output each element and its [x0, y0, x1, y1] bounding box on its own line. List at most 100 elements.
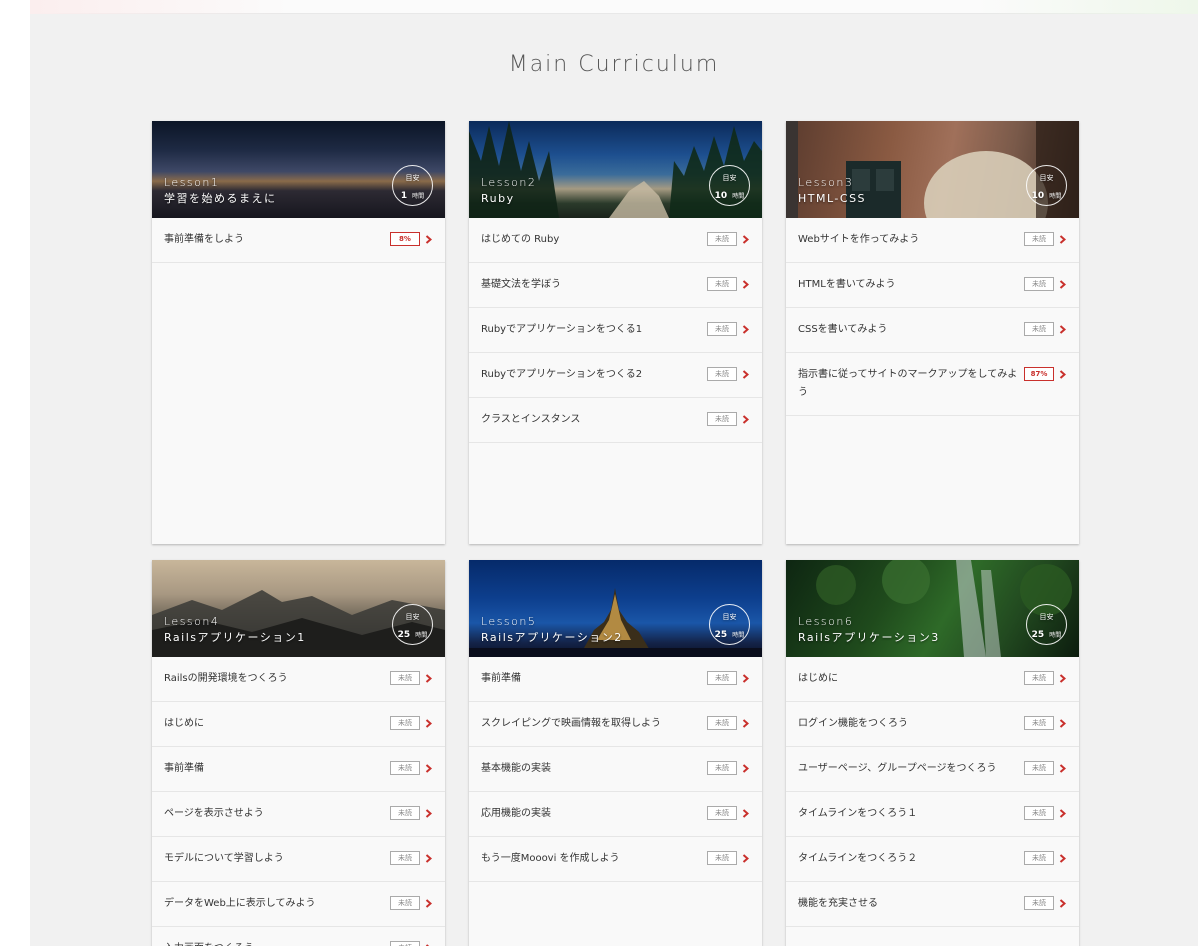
chapter-title: 事前準備	[481, 673, 521, 684]
chevron-right-icon[interactable]	[1059, 760, 1067, 776]
chevron-right-icon[interactable]	[1059, 715, 1067, 731]
lesson-number: Lesson3	[798, 176, 854, 189]
chapter-title: Webサイトを作ってみよう	[798, 234, 920, 245]
chapter-title: スクレイピングで映画情報を取得しよう	[481, 718, 661, 729]
chapter-item[interactable]: 応用機能の実装 未読	[469, 792, 762, 837]
chapter-item[interactable]: はじめに 未読	[152, 702, 445, 747]
chapter-title: モデルについて学習しよう	[164, 853, 284, 864]
chevron-right-icon[interactable]	[1059, 895, 1067, 911]
chapter-item[interactable]: Rubyでアプリケーションをつくる2 未読	[469, 353, 762, 398]
chevron-right-icon[interactable]	[1059, 231, 1067, 247]
chevron-right-icon[interactable]	[425, 760, 433, 776]
unread-badge: 未読	[390, 941, 420, 946]
lesson-header-image[interactable]: Lesson2 Ruby 目安 10 時間	[469, 121, 762, 218]
chapter-item[interactable]: タイムラインをつくろう１ 未読	[786, 792, 1079, 837]
chapter-title: Rubyでアプリケーションをつくる2	[481, 369, 643, 380]
chevron-right-icon[interactable]	[742, 276, 750, 292]
chevron-right-icon[interactable]	[425, 670, 433, 686]
chapter-item[interactable]: モデルについて学習しよう 未読	[152, 837, 445, 882]
chapter-list: Webサイトを作ってみよう 未読 HTMLを書いてみよう 未読 CSSを書いてみよう 未読…	[786, 218, 1079, 416]
lesson-card-2: Lesson2 Ruby 目安 10 時間 はじめての Ruby 未読 基礎文法を学…	[469, 121, 762, 544]
chevron-right-icon[interactable]	[742, 850, 750, 866]
chevron-right-icon[interactable]	[742, 411, 750, 427]
chapter-item[interactable]: ログイン機能をつくろう 未読	[786, 702, 1079, 747]
chevron-right-icon[interactable]	[425, 895, 433, 911]
chapter-item[interactable]: 事前準備 未読	[469, 657, 762, 702]
chapter-item[interactable]: Webサイトを作ってみよう 未読	[786, 218, 1079, 263]
chevron-right-icon[interactable]	[425, 805, 433, 821]
chapter-item[interactable]: 事前準備をしよう 8%	[152, 218, 445, 263]
duration-badge: 目安 1 時間	[392, 165, 433, 206]
chevron-right-icon[interactable]	[742, 321, 750, 337]
lesson-number: Lesson1	[164, 176, 220, 189]
lesson-header-image[interactable]: Lesson6 Railsアプリケーション3 目安 25 時間	[786, 560, 1079, 657]
lesson-header-image[interactable]: Lesson4 Railsアプリケーション1 目安 25 時間	[152, 560, 445, 657]
main-content: Main Curriculum Lesson1 学習を始めるまえに 目安 1 時…	[30, 0, 1198, 946]
unread-badge: 未読	[707, 412, 737, 426]
chevron-right-icon[interactable]	[1059, 276, 1067, 292]
chapter-item[interactable]: 基本機能の実装 未読	[469, 747, 762, 792]
chapter-item[interactable]: 機能を充実させる 未読	[786, 882, 1079, 927]
chapter-item[interactable]: 事前準備 未読	[152, 747, 445, 792]
lesson-number: Lesson5	[481, 615, 537, 628]
lesson-number: Lesson2	[481, 176, 537, 189]
chapter-title: ユーザーページ、グループページをつくろう	[798, 763, 997, 774]
duration-badge: 目安 25 時間	[1026, 604, 1067, 645]
unread-badge: 未読	[707, 716, 737, 730]
chapter-item[interactable]: CSSを書いてみよう 未読	[786, 308, 1079, 353]
chevron-right-icon[interactable]	[425, 850, 433, 866]
chapter-title: Rubyでアプリケーションをつくる1	[481, 324, 643, 335]
lesson-card-6: Lesson6 Railsアプリケーション3 目安 25 時間 はじめに 未読 ログ…	[786, 560, 1079, 946]
chapter-list: 事前準備 未読 スクレイピングで映画情報を取得しよう 未読 基本機能の実装 未読 応用機能の…	[469, 657, 762, 882]
unread-badge: 未読	[1024, 851, 1054, 865]
lesson-number: Lesson6	[798, 615, 854, 628]
chapter-item[interactable]: ページを表示させよう 未読	[152, 792, 445, 837]
chevron-right-icon[interactable]	[425, 940, 433, 946]
duration-badge: 目安 10 時間	[1026, 165, 1067, 206]
chapter-title: データをWeb上に表示してみよう	[164, 898, 316, 909]
chevron-right-icon[interactable]	[742, 670, 750, 686]
chapter-item[interactable]: クラスとインスタンス 未読	[469, 398, 762, 443]
chevron-right-icon[interactable]	[742, 715, 750, 731]
chapter-item[interactable]: タイムラインをつくろう２ 未読	[786, 837, 1079, 882]
chevron-right-icon[interactable]	[742, 231, 750, 247]
chapter-item[interactable]: 入力画面をつくろう未読	[152, 927, 445, 946]
chapter-title: 指示書に従ってサイトのマークアップをしてみよう	[798, 369, 1018, 398]
chapter-title: はじめての Ruby	[481, 234, 560, 245]
chevron-right-icon[interactable]	[1059, 670, 1067, 686]
chapter-item[interactable]: 基礎文法を学ぼう 未読	[469, 263, 762, 308]
lesson-title: Railsアプリケーション2	[481, 631, 623, 644]
chevron-right-icon[interactable]	[1059, 366, 1067, 382]
chevron-right-icon[interactable]	[425, 231, 433, 247]
chevron-right-icon[interactable]	[1059, 805, 1067, 821]
chapter-item[interactable]: もう一度Mooovi を作成しよう 未読	[469, 837, 762, 882]
lesson-header-image[interactable]: Lesson3 HTML-CSS 目安 10 時間	[786, 121, 1079, 218]
left-margin	[0, 0, 30, 946]
chapter-title: タイムラインをつくろう１	[798, 808, 918, 819]
chapter-list: 事前準備をしよう 8%	[152, 218, 445, 263]
unread-badge: 未読	[390, 806, 420, 820]
chapter-item[interactable]: データをWeb上に表示してみよう 未読	[152, 882, 445, 927]
chevron-right-icon[interactable]	[425, 715, 433, 731]
chevron-right-icon[interactable]	[1059, 321, 1067, 337]
chevron-right-icon[interactable]	[742, 366, 750, 382]
unread-badge: 未読	[707, 806, 737, 820]
chevron-right-icon[interactable]	[1059, 850, 1067, 866]
lesson-header-image[interactable]: Lesson5 Railsアプリケーション2 目安 25 時間	[469, 560, 762, 657]
unread-badge: 未読	[390, 761, 420, 775]
chapter-item[interactable]: はじめに 未読	[786, 657, 1079, 702]
chapter-item[interactable]: Railsの開発環境をつくろう 未読	[152, 657, 445, 702]
chapter-item[interactable]: ユーザーページ、グループページをつくろう 未読	[786, 747, 1079, 792]
unread-badge: 未読	[390, 896, 420, 910]
chapter-item[interactable]: 指示書に従ってサイトのマークアップをしてみよう 87%	[786, 353, 1079, 416]
chapter-item[interactable]: HTMLを書いてみよう 未読	[786, 263, 1079, 308]
chevron-right-icon[interactable]	[742, 805, 750, 821]
chapter-item[interactable]: スクレイピングで映画情報を取得しよう 未読	[469, 702, 762, 747]
unread-badge: 未読	[1024, 761, 1054, 775]
lesson-card-4: Lesson4 Railsアプリケーション1 目安 25 時間 Railsの開発…	[152, 560, 445, 946]
chapter-title: はじめに	[164, 718, 204, 729]
lesson-header-image[interactable]: Lesson1 学習を始めるまえに 目安 1 時間	[152, 121, 445, 218]
chapter-item[interactable]: はじめての Ruby 未読	[469, 218, 762, 263]
chevron-right-icon[interactable]	[742, 760, 750, 776]
chapter-item[interactable]: Rubyでアプリケーションをつくる1 未読	[469, 308, 762, 353]
